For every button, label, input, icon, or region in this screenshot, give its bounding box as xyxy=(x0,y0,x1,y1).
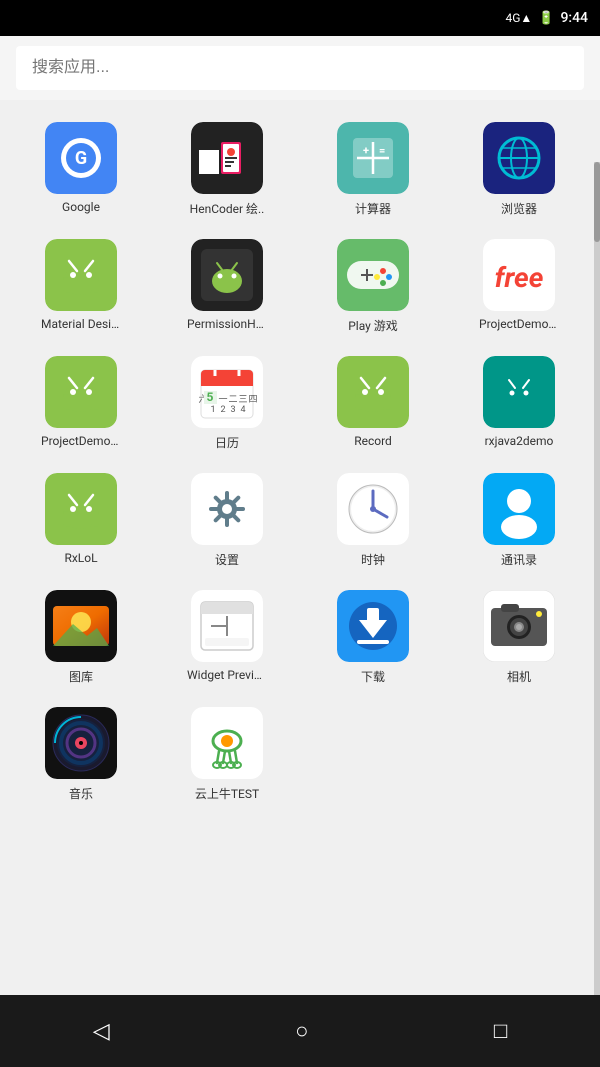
app-item-projectfree[interactable]: free ProjectDemoD.. xyxy=(446,229,592,346)
svg-text:G: G xyxy=(75,148,87,169)
app-icon-playgames xyxy=(337,239,409,311)
app-label-projectfree: ProjectDemoD.. xyxy=(479,317,559,331)
app-grid-container: G Google HenCoder 绘.. + = 计算器 xyxy=(0,100,600,826)
app-item-download[interactable]: 下载 xyxy=(300,580,446,697)
app-item-music[interactable]: 音乐 xyxy=(8,697,154,814)
scroll-track[interactable] xyxy=(594,162,600,1030)
app-label-gallery: 图库 xyxy=(69,668,93,685)
app-icon-record xyxy=(337,356,409,428)
app-label-camera: 相机 xyxy=(507,668,531,685)
recents-button[interactable]: □ xyxy=(474,1008,527,1054)
app-icon-rxlol xyxy=(45,473,117,545)
app-icon-projectd1 xyxy=(45,356,117,428)
main-content: G Google HenCoder 绘.. + = 计算器 xyxy=(0,36,600,1031)
search-bar-container xyxy=(0,36,600,100)
scroll-thumb[interactable] xyxy=(594,162,600,242)
app-icon-gallery xyxy=(45,590,117,662)
app-item-calculator[interactable]: + = 计算器 xyxy=(300,112,446,229)
app-icon-camera xyxy=(483,590,555,662)
svg-text:1: 1 xyxy=(210,405,215,415)
app-icon-settings xyxy=(191,473,263,545)
app-item-projectd1[interactable]: ProjectDemoD.. xyxy=(8,346,154,463)
app-item-yunshanniu[interactable]: 云上牛TEST xyxy=(154,697,300,814)
svg-text:=: = xyxy=(379,144,385,157)
app-label-contacts: 通讯录 xyxy=(501,551,537,568)
app-label-record: Record xyxy=(354,434,392,448)
app-grid: G Google HenCoder 绘.. + = 计算器 xyxy=(0,108,600,818)
status-bar: 4G▲ 🔋 9:44 xyxy=(0,0,600,36)
app-item-calendar[interactable]: 日一二三 1234 六四 5 日历 xyxy=(154,346,300,463)
app-label-settings: 设置 xyxy=(215,551,239,568)
search-input[interactable] xyxy=(16,46,584,90)
app-label-hencoder: HenCoder 绘.. xyxy=(190,200,265,217)
app-icon-yunshanniu xyxy=(191,707,263,779)
signal-icon: 4G▲ xyxy=(505,11,532,25)
svg-text:+: + xyxy=(363,144,369,157)
app-item-widget[interactable]: Widget Preview xyxy=(154,580,300,697)
svg-text:free: free xyxy=(495,261,544,294)
app-label-rxjava: rxjava2demo xyxy=(485,434,554,448)
svg-text:四: 四 xyxy=(248,395,257,405)
svg-text:3: 3 xyxy=(230,405,235,415)
app-icon-projectfree: free xyxy=(483,239,555,311)
back-button[interactable]: ◁ xyxy=(73,1009,130,1054)
app-icon-permission xyxy=(191,239,263,311)
app-label-google: Google xyxy=(62,200,100,214)
app-label-download: 下载 xyxy=(361,668,385,685)
app-icon-google: G xyxy=(45,122,117,194)
app-icon-clock xyxy=(337,473,409,545)
app-icon-rxjava xyxy=(483,356,555,428)
time-display: 9:44 xyxy=(560,10,588,26)
app-item-material[interactable]: Material Desig.. xyxy=(8,229,154,346)
app-label-calendar: 日历 xyxy=(215,434,239,451)
app-icon-calendar: 日一二三 1234 六四 5 xyxy=(191,356,263,428)
app-icon-hencoder xyxy=(191,122,263,194)
svg-text:二: 二 xyxy=(228,395,237,405)
nav-bar: ◁ ○ □ xyxy=(0,995,600,1067)
app-icon-music xyxy=(45,707,117,779)
svg-text:一: 一 xyxy=(218,395,227,405)
app-label-yunshanniu: 云上牛TEST xyxy=(195,785,259,802)
app-item-camera[interactable]: 相机 xyxy=(446,580,592,697)
app-icon-calculator: + = xyxy=(337,122,409,194)
app-item-hencoder[interactable]: HenCoder 绘.. xyxy=(154,112,300,229)
app-icon-contacts xyxy=(483,473,555,545)
app-item-record[interactable]: Record xyxy=(300,346,446,463)
app-label-browser: 浏览器 xyxy=(501,200,537,217)
app-item-google[interactable]: G Google xyxy=(8,112,154,229)
app-icon-widget xyxy=(191,590,263,662)
app-item-permission[interactable]: PermissionHel.. xyxy=(154,229,300,346)
app-icon-browser xyxy=(483,122,555,194)
app-label-music: 音乐 xyxy=(69,785,93,802)
app-item-rxlol[interactable]: RxLoL xyxy=(8,463,154,580)
app-icon-material xyxy=(45,239,117,311)
app-item-browser[interactable]: 浏览器 xyxy=(446,112,592,229)
app-label-clock: 时钟 xyxy=(361,551,385,568)
app-label-permission: PermissionHel.. xyxy=(187,317,267,331)
svg-text:5: 5 xyxy=(207,390,214,404)
app-item-gallery[interactable]: 图库 xyxy=(8,580,154,697)
app-label-playgames: Play 游戏 xyxy=(348,317,398,334)
app-label-widget: Widget Preview xyxy=(187,668,267,682)
app-item-contacts[interactable]: 通讯录 xyxy=(446,463,592,580)
app-item-rxjava[interactable]: rxjava2demo xyxy=(446,346,592,463)
home-button[interactable]: ○ xyxy=(275,1008,328,1054)
svg-text:2: 2 xyxy=(220,405,225,415)
app-label-projectd1: ProjectDemoD.. xyxy=(41,434,121,448)
battery-icon: 🔋 xyxy=(538,11,554,26)
svg-text:4: 4 xyxy=(240,405,245,415)
app-item-settings[interactable]: 设置 xyxy=(154,463,300,580)
svg-text:三: 三 xyxy=(238,395,247,405)
app-label-calculator: 计算器 xyxy=(355,200,391,217)
app-item-playgames[interactable]: Play 游戏 xyxy=(300,229,446,346)
app-label-material: Material Desig.. xyxy=(41,317,121,331)
app-label-rxlol: RxLoL xyxy=(64,551,97,565)
app-icon-download xyxy=(337,590,409,662)
app-item-clock[interactable]: 时钟 xyxy=(300,463,446,580)
